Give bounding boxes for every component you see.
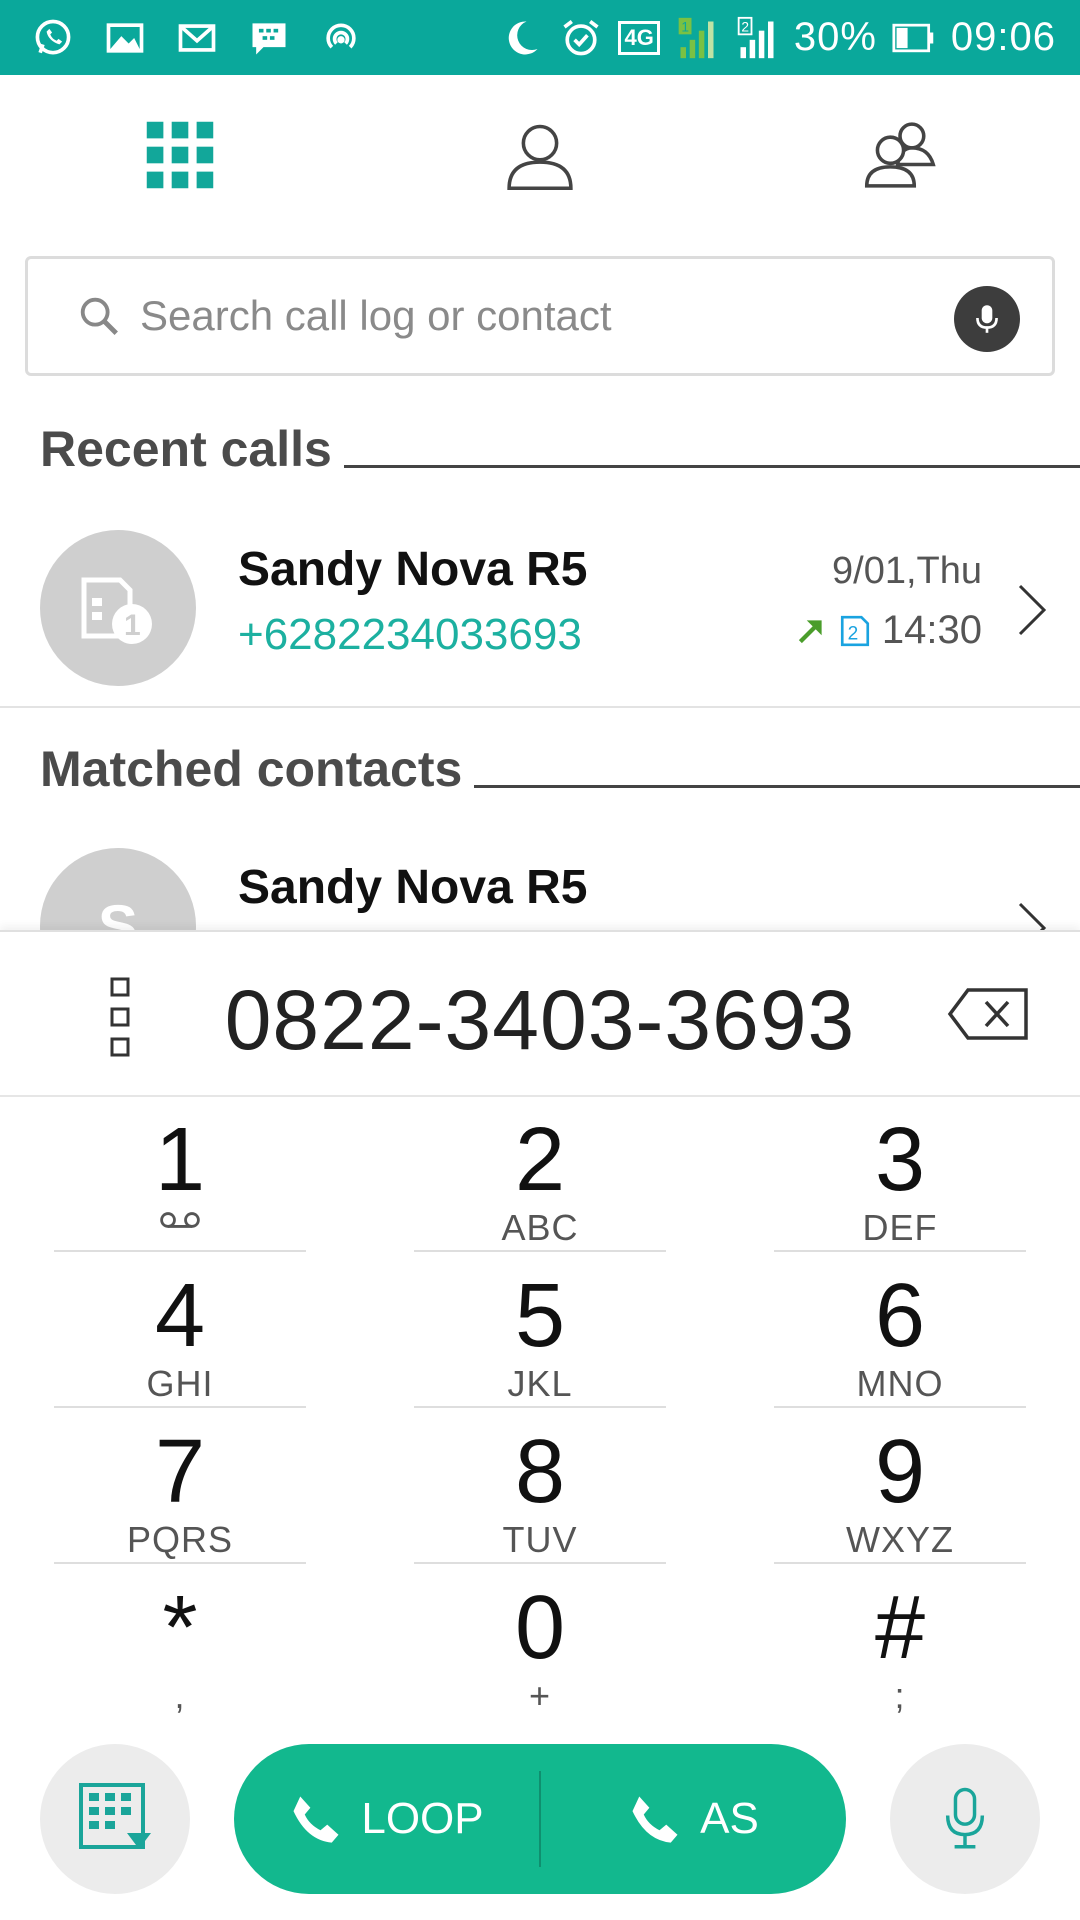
key-6[interactable]: 6 MNO <box>774 1258 1026 1408</box>
sim1-contact-icon: 1 <box>81 577 152 644</box>
clock: 09:06 <box>950 15 1056 59</box>
top-tabs <box>0 75 1080 235</box>
key-divider <box>54 1250 306 1252</box>
tab-contacts[interactable] <box>360 75 720 235</box>
phone-number: +6282234033693 <box>238 610 582 659</box>
chevron-right-icon[interactable] <box>1012 898 1052 930</box>
whatsapp-icon <box>30 15 76 61</box>
key-5[interactable]: 5 JKL <box>414 1258 666 1408</box>
hide-dialpad-button[interactable] <box>40 1744 190 1894</box>
call-button-bar: LOOP AS <box>234 1744 846 1894</box>
key-divider <box>54 1562 306 1564</box>
key-0[interactable]: 0 + <box>414 1570 666 1720</box>
key-divider <box>774 1562 1026 1564</box>
matched-contact-row[interactable]: S Sandy Nova R5 <box>0 838 1080 930</box>
list-divider <box>0 706 1080 708</box>
avatar-initial: S <box>40 848 196 930</box>
alarm-icon <box>558 15 604 61</box>
key-hash[interactable]: # ; <box>774 1570 1026 1720</box>
contact-name: Sandy Nova R5 <box>238 543 588 596</box>
key-divider <box>774 1406 1026 1408</box>
person-icon <box>507 124 573 191</box>
call-sim1-button[interactable]: LOOP <box>234 1744 539 1894</box>
do-not-disturb-moon-icon <box>498 15 544 61</box>
status-bar: 4G 1 2 30% 09:06 <box>0 0 1080 75</box>
microphone-icon <box>945 1787 985 1849</box>
key-2[interactable]: 2 ABC <box>414 1102 666 1252</box>
bbm-icon <box>246 15 292 61</box>
key-divider <box>54 1406 306 1408</box>
recent-calls-header: Recent calls <box>40 420 1080 478</box>
phone-icon <box>632 1796 678 1843</box>
call-time: 14:30 <box>881 608 982 652</box>
tab-groups[interactable] <box>720 75 1080 235</box>
gallery-icon <box>102 15 148 61</box>
group-icon <box>864 122 936 188</box>
battery-percentage: 30% <box>793 15 877 59</box>
voice-search-button[interactable] <box>954 286 1020 352</box>
key-9[interactable]: 9 WXYZ <box>774 1414 1026 1564</box>
key-divider <box>414 1562 666 1564</box>
key-1[interactable]: 1 <box>54 1102 306 1252</box>
svg-text:1: 1 <box>681 19 689 34</box>
call-sim2-button[interactable]: AS <box>541 1744 846 1894</box>
search-icon <box>80 297 118 335</box>
microphone-icon <box>976 305 998 333</box>
contact-name: Sandy Nova R5 <box>238 861 588 914</box>
voicemail-icon <box>160 1212 200 1228</box>
backspace-icon[interactable] <box>946 986 1030 1042</box>
key-divider <box>414 1406 666 1408</box>
hotspot-icon <box>318 15 364 61</box>
key-star[interactable]: * , <box>54 1570 306 1720</box>
key-8[interactable]: 8 TUV <box>414 1414 666 1564</box>
voice-dial-button[interactable] <box>890 1744 1040 1894</box>
search-input[interactable] <box>140 292 900 340</box>
key-4[interactable]: 4 GHI <box>54 1258 306 1408</box>
dialed-number-row: 0822-3403-3693 <box>0 932 1080 1097</box>
key-7[interactable]: 7 PQRS <box>54 1414 306 1564</box>
svg-text:2: 2 <box>741 19 749 34</box>
dialed-number[interactable]: 0822-3403-3693 <box>0 972 1080 1069</box>
call-date: 9/01,Thu <box>832 550 982 592</box>
recent-call-row[interactable]: 1 Sandy Nova R5 +6282234033693 9/01,Thu … <box>0 520 1080 708</box>
svg-text:1: 1 <box>124 609 141 642</box>
call-time-group: 2 14:30 <box>794 608 982 653</box>
key-divider <box>414 1250 666 1252</box>
matched-contacts-header: Matched contacts <box>40 740 1080 798</box>
tab-dialpad[interactable] <box>0 75 360 235</box>
phone-icon <box>293 1796 339 1843</box>
section-divider-line <box>343 465 1080 468</box>
outgoing-call-arrow-icon <box>798 619 822 643</box>
signal-sim2-icon: 2 <box>734 15 780 61</box>
dialpad-grid-icon <box>146 121 214 189</box>
call-sim2-label: AS <box>700 1794 759 1843</box>
key-divider <box>774 1250 1026 1252</box>
dialpad-collapse-icon <box>79 1783 151 1849</box>
chevron-right-icon[interactable] <box>1012 580 1052 640</box>
call-sim1-label: LOOP <box>361 1794 484 1843</box>
search-bar <box>25 256 1055 376</box>
avatar: 1 <box>40 530 196 686</box>
key-3[interactable]: 3 DEF <box>774 1102 1026 1252</box>
email-icon <box>174 15 220 61</box>
battery-icon <box>891 15 937 61</box>
section-divider-line <box>474 785 1080 788</box>
network-4g-badge: 4G <box>618 20 660 55</box>
svg-text:2: 2 <box>847 623 858 644</box>
sim2-badge-icon: 2 <box>840 615 869 646</box>
signal-sim1-icon: 1 <box>674 15 720 61</box>
